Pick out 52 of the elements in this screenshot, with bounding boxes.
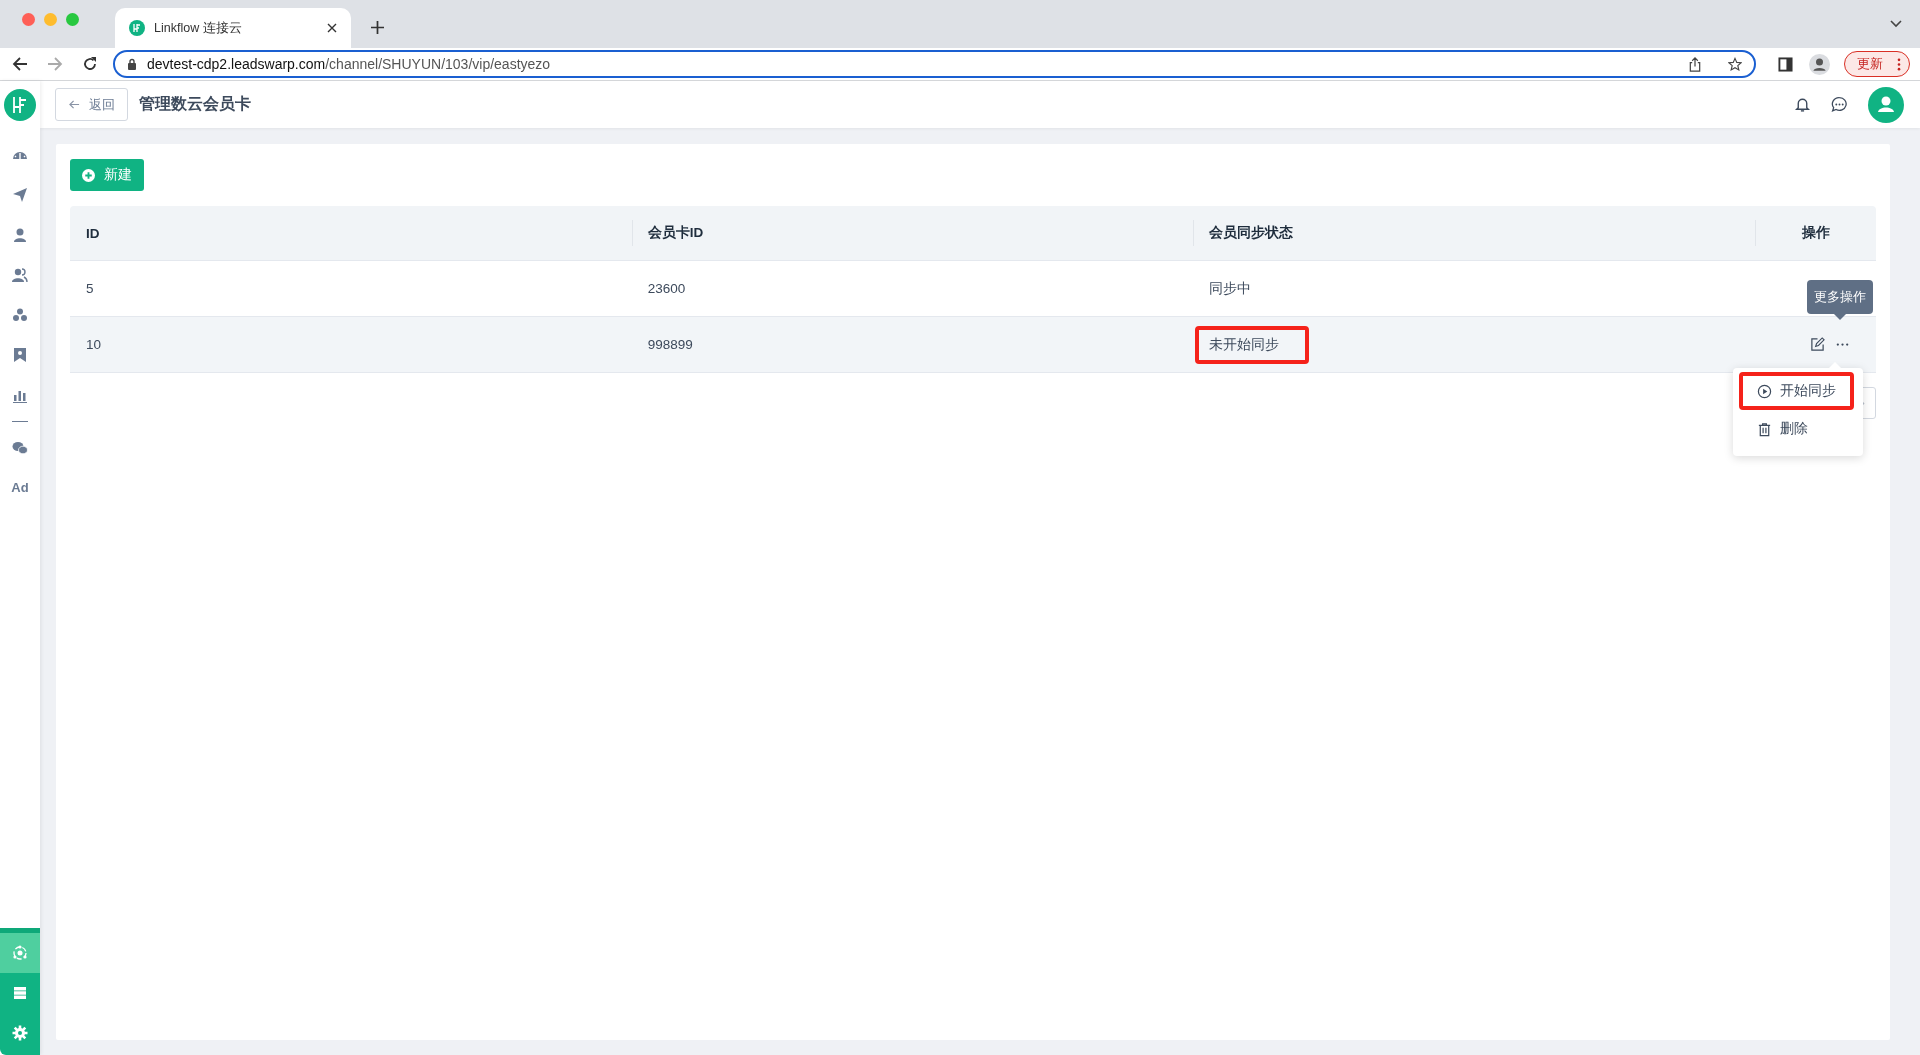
logo-icon[interactable] xyxy=(4,89,36,121)
address-field[interactable]: devtest-cdp2.leadswarp.com/channel/SHUYUN/103/vip/eastyezo xyxy=(113,50,1756,78)
share-icon[interactable] xyxy=(1688,56,1702,72)
table-cell: 23600 xyxy=(647,281,686,296)
column-header: ID xyxy=(86,225,100,241)
close-icon[interactable] xyxy=(327,23,337,33)
users-icon[interactable] xyxy=(12,267,28,283)
table-cell: 998899 xyxy=(647,337,693,352)
groups-icon[interactable] xyxy=(12,307,28,323)
chat-icon[interactable] xyxy=(12,440,28,456)
tooltip-pointer xyxy=(1834,314,1846,320)
logo-icon xyxy=(129,20,145,36)
reload-icon[interactable] xyxy=(82,56,98,72)
chevron-down-icon[interactable] xyxy=(1890,20,1902,28)
close-window-button[interactable] xyxy=(22,12,35,26)
back-icon[interactable] xyxy=(12,56,28,72)
page-title: 管理数云会员卡 xyxy=(139,94,251,114)
update-button[interactable]: 更新 xyxy=(1844,51,1910,77)
forward-icon[interactable] xyxy=(47,56,63,72)
lock-icon xyxy=(127,58,137,70)
table-cell: 未开始同步 xyxy=(1195,325,1310,364)
send-icon[interactable] xyxy=(12,187,28,203)
bell-icon[interactable] xyxy=(1794,96,1811,113)
badge-icon[interactable] xyxy=(12,347,28,363)
tooltip: 更多操作 xyxy=(1807,280,1873,314)
profile-icon[interactable] xyxy=(1809,53,1830,75)
user-icon[interactable] xyxy=(12,227,28,243)
table-cell-text: 同步中 xyxy=(1208,279,1253,298)
table-row[interactable]: 10 998899 未开始同步 xyxy=(70,317,1876,373)
star-icon[interactable] xyxy=(1728,56,1742,72)
new-tab-icon[interactable] xyxy=(371,21,384,34)
arrow-left-icon xyxy=(68,99,80,110)
tab-title: Linkflow 连接云 xyxy=(154,19,243,37)
side-panel-icon[interactable] xyxy=(1778,56,1793,72)
edit-icon[interactable] xyxy=(1810,337,1825,352)
avatar-icon[interactable] xyxy=(1868,86,1904,123)
table-cell: 5 xyxy=(86,281,94,296)
menu-item[interactable]: 删除 xyxy=(1739,410,1826,448)
menu-item[interactable]: 开始同步 xyxy=(1739,372,1854,410)
sidebar-item[interactable]: Ad xyxy=(11,480,29,495)
plus-circle-icon xyxy=(82,168,95,182)
table-cell: 10 xyxy=(86,337,102,352)
url-text: devtest-cdp2.leadswarp.com/channel/SHUYUN/103/vip/eastyezo xyxy=(147,56,551,72)
column-header: 会员同步状态 xyxy=(1209,224,1294,242)
back-button[interactable]: 返回 xyxy=(55,88,128,121)
more-icon xyxy=(1897,57,1901,71)
play-icon xyxy=(1757,383,1772,399)
column-header: 操作 xyxy=(1801,224,1830,242)
chat-icon[interactable] xyxy=(1831,96,1848,113)
trash-icon xyxy=(1757,421,1772,437)
browser-tab[interactable]: Linkflow 连接云 xyxy=(115,8,351,48)
column-header: 会员卡ID xyxy=(647,224,704,242)
